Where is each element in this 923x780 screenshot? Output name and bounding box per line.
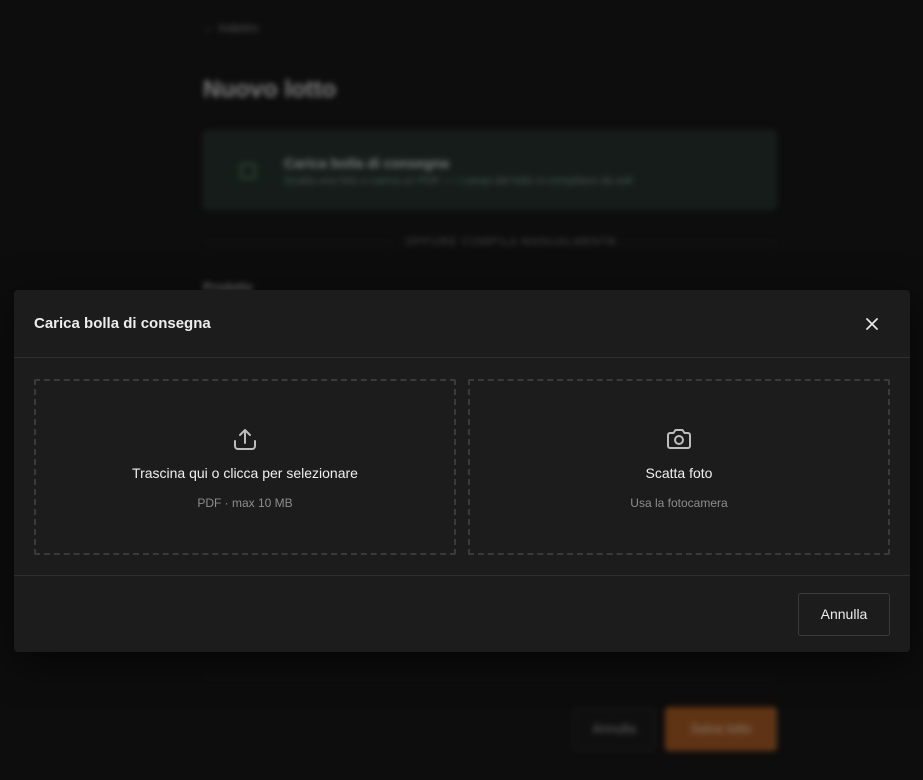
modal-title: Carica bolla di consegna bbox=[34, 315, 211, 332]
page-save-button: Salva lotto bbox=[665, 707, 777, 751]
upload-card: Carica bolla di consegna Scatta una foto… bbox=[203, 130, 777, 210]
upload-card-title: Carica bolla di consegna bbox=[284, 155, 449, 171]
upload-modal: Carica bolla di consegna Trascina qui o … bbox=[14, 290, 910, 652]
camera-option-title: Scatta foto bbox=[645, 465, 713, 481]
camera-option[interactable]: Scatta foto Usa la fotocamera bbox=[468, 379, 890, 555]
back-link: ← Indietro bbox=[203, 21, 259, 35]
close-button[interactable] bbox=[860, 312, 884, 336]
dropzone-title: Trascina qui o clicca per selezionare bbox=[132, 465, 358, 481]
page-title: Nuovo lotto bbox=[203, 76, 337, 103]
divider-text: OPPURE COMPILA MANUALMENTE bbox=[405, 236, 617, 248]
upload-icon bbox=[234, 429, 256, 450]
dropzone-subtitle: PDF · max 10 MB bbox=[197, 496, 293, 510]
document-icon bbox=[240, 163, 256, 179]
camera-icon bbox=[667, 429, 691, 449]
cancel-button[interactable]: Annulla bbox=[798, 593, 890, 636]
modal-footer: Annulla bbox=[14, 575, 910, 652]
modal-body: Trascina qui o clicca per selezionare PD… bbox=[14, 359, 910, 575]
page-cancel-button: Annulla bbox=[573, 707, 655, 751]
modal-header: Carica bolla di consegna bbox=[14, 290, 910, 358]
divider-line-left bbox=[203, 242, 393, 243]
close-icon bbox=[866, 318, 878, 330]
upload-card-subtitle: Scatta una foto o carica un PDF — i camp… bbox=[284, 175, 633, 187]
footer-divider bbox=[203, 677, 777, 678]
divider-line-right bbox=[588, 242, 777, 243]
camera-option-subtitle: Usa la fotocamera bbox=[630, 496, 728, 510]
file-dropzone[interactable]: Trascina qui o clicca per selezionare PD… bbox=[34, 379, 456, 555]
